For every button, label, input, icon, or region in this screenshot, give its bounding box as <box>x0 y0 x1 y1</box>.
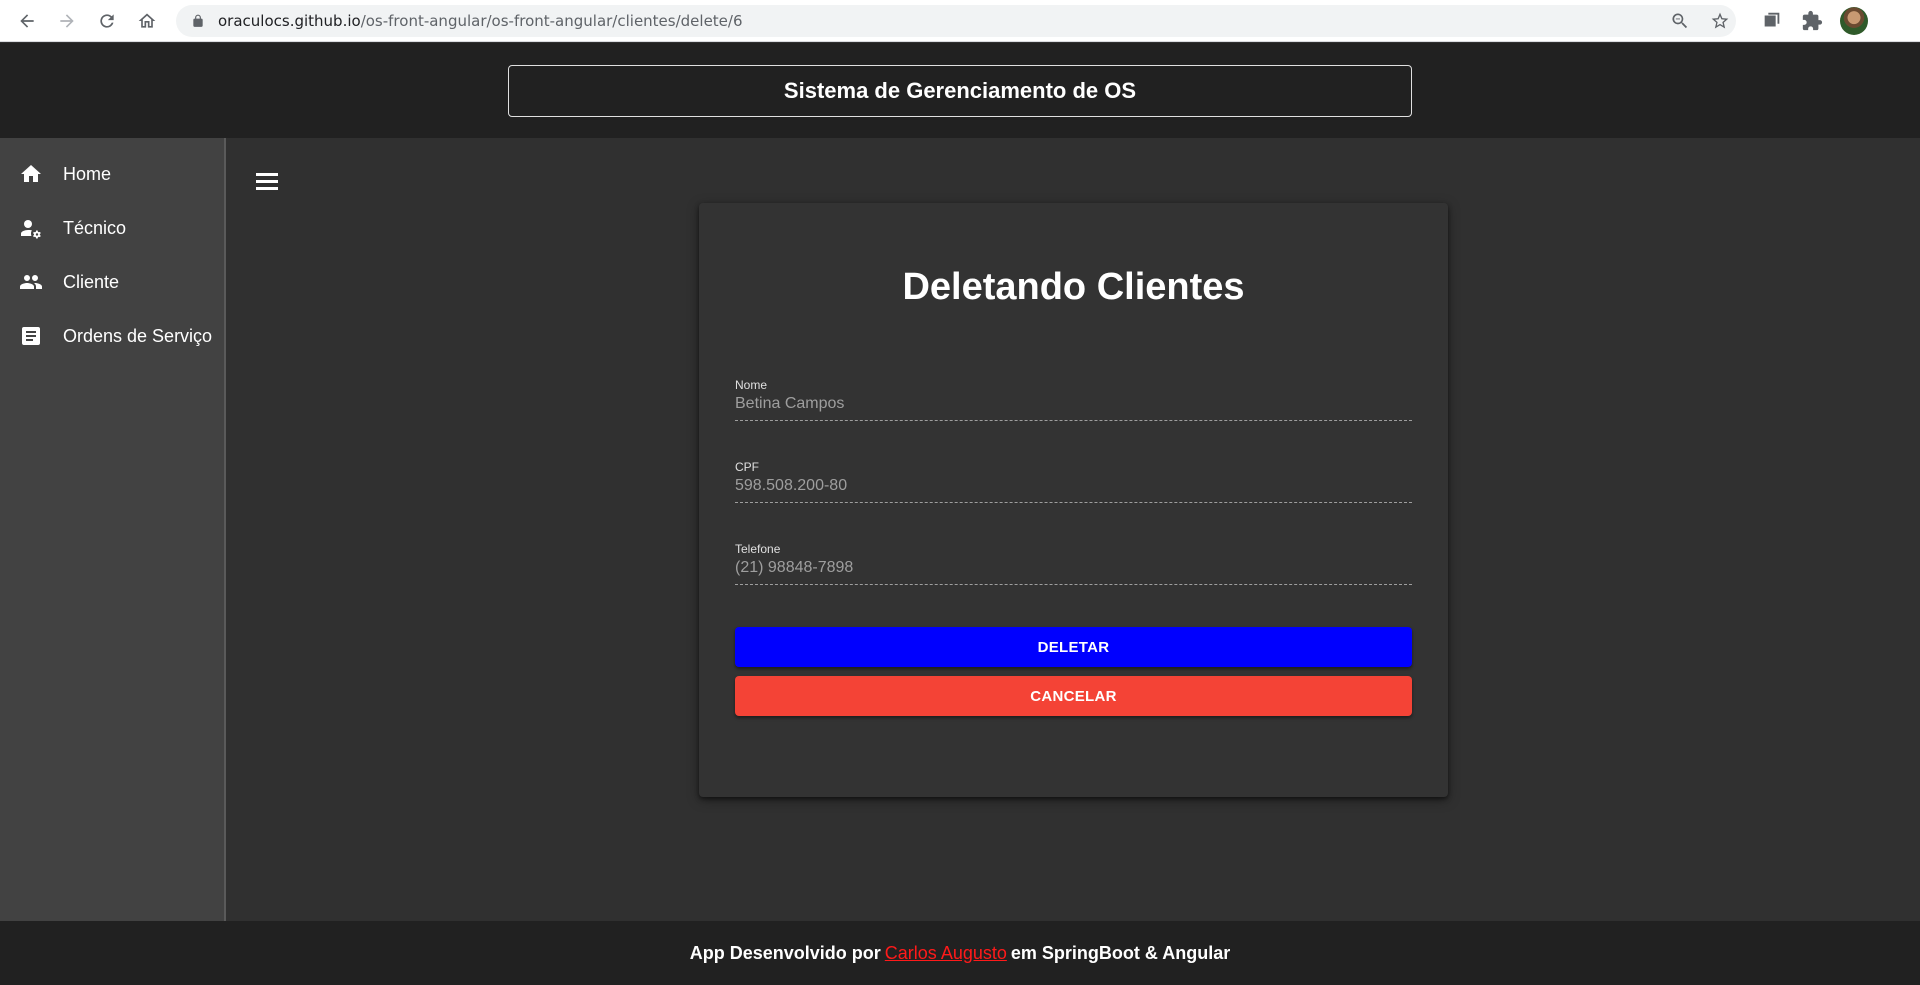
sidebar-item-label: Cliente <box>63 271 120 292</box>
star-icon[interactable] <box>1710 11 1730 31</box>
telefone-input[interactable] <box>735 559 1412 577</box>
home-browser-button[interactable] <box>133 7 161 35</box>
delete-client-card: Deletando Clientes Nome CPF Telefone DEL… <box>699 203 1448 797</box>
app-title: Sistema de Gerenciamento de OS <box>783 78 1137 103</box>
app-header: Sistema de Gerenciamento de OS <box>0 43 1920 138</box>
sidebar-item-tecnico[interactable]: Técnico <box>0 201 224 255</box>
engineer-icon <box>21 220 41 239</box>
sidebar-item-cliente[interactable]: Cliente <box>0 255 224 309</box>
sidebar-item-label: Home <box>63 163 112 184</box>
delete-button[interactable]: DELETAR <box>735 627 1412 667</box>
back-button[interactable] <box>13 7 41 35</box>
url-path: /os-front-angular/os-front-angular/clien… <box>360 12 743 30</box>
people-icon <box>20 275 42 289</box>
footer: App Desenvolvido por Carlos Augusto em S… <box>0 921 1920 985</box>
document-icon <box>22 327 40 345</box>
cpf-input[interactable] <box>735 477 1412 495</box>
sidebar-item-label: Técnico <box>63 217 127 238</box>
nome-label: Nome <box>735 378 768 392</box>
footer-suffix: em SpringBoot & Angular <box>1010 942 1231 963</box>
field-underline <box>735 502 1412 503</box>
sidebar: Home Técnico Cliente Ordens de Serviço <box>0 138 226 921</box>
home-icon <box>21 165 41 182</box>
url-host: oraculocs.github.io <box>218 12 361 30</box>
address-bar[interactable]: oraculocs.github.io/os-front-angular/os-… <box>176 5 1736 37</box>
extensions-icon[interactable] <box>1801 10 1823 32</box>
footer-prefix: App Desenvolvido por <box>689 942 881 963</box>
nome-field[interactable]: Nome <box>735 378 1412 424</box>
nome-input[interactable] <box>735 395 1412 413</box>
reload-icon <box>100 14 114 28</box>
telefone-label: Telefone <box>735 542 781 556</box>
reload-button[interactable] <box>93 7 121 35</box>
header-title-box: Sistema de Gerenciamento de OS <box>508 65 1412 117</box>
cancel-button[interactable]: CANCELAR <box>735 676 1412 716</box>
url-text: oraculocs.github.io/os-front-angular/os-… <box>218 12 743 30</box>
cpf-label: CPF <box>735 460 759 474</box>
tab-search-icon[interactable] <box>1761 10 1783 32</box>
menu-toggle-button[interactable] <box>254 168 282 196</box>
author-link[interactable]: Carlos Augusto <box>885 943 1007 964</box>
sidebar-item-home[interactable]: Home <box>0 147 224 201</box>
browser-toolbar: oraculocs.github.io/os-front-angular/os-… <box>0 0 1920 42</box>
lock-icon <box>193 14 203 27</box>
forward-button[interactable] <box>53 7 81 35</box>
house-outline-icon <box>138 13 156 28</box>
forward-arrow-icon <box>60 14 74 28</box>
telefone-field[interactable]: Telefone <box>735 542 1412 588</box>
profile-avatar[interactable] <box>1840 7 1868 35</box>
sidebar-item-ordens[interactable]: Ordens de Serviço <box>0 309 224 363</box>
cpf-field[interactable]: CPF <box>735 460 1412 506</box>
back-arrow-icon <box>20 14 34 28</box>
field-underline <box>735 584 1412 585</box>
page-title: Deletando Clientes <box>902 266 1245 308</box>
zoom-icon[interactable] <box>1670 11 1690 31</box>
sidebar-item-label: Ordens de Serviço <box>63 325 213 346</box>
field-underline <box>735 420 1412 421</box>
